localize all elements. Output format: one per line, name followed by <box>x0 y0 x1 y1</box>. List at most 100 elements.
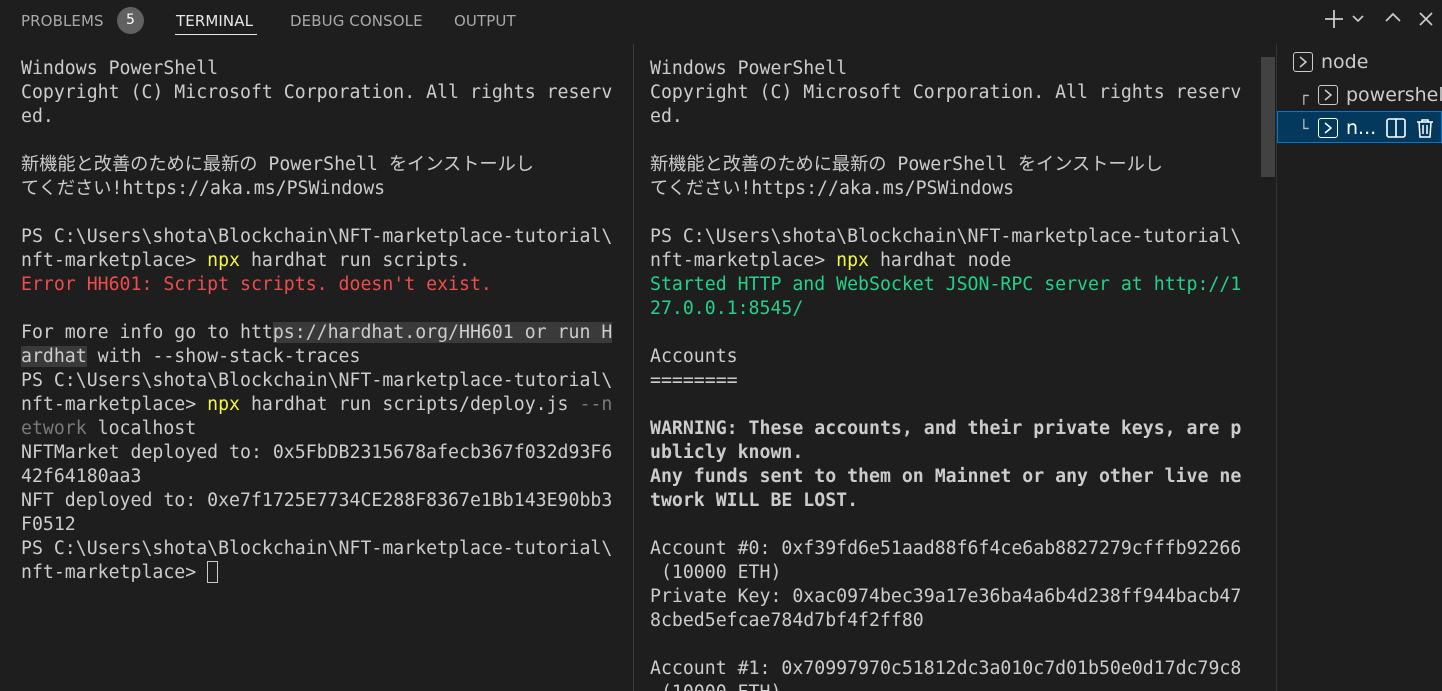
terminal-text: hardhat run scripts/deploy.js <box>240 394 580 415</box>
terminal-line: Private Key: 0xac0974bec39a17e36ba4a6b4d… <box>650 585 1241 609</box>
terminal-text: Error HH601: Script scripts. doesn't exi… <box>21 274 492 295</box>
terminal-text: with --show-stack-traces <box>86 346 361 367</box>
terminal-text: npx <box>207 250 241 271</box>
terminal-text: PS C:\Users\shota\Blockchain\NFT-marketp… <box>21 370 613 391</box>
tab-output[interactable]: OUTPUT <box>454 11 516 31</box>
terminal-text: nft-marketplace> <box>650 250 837 271</box>
terminal-icon <box>1318 85 1338 105</box>
terminal-line: Windows PowerShell <box>21 57 612 81</box>
tab-terminal[interactable]: TERMINAL <box>176 11 253 31</box>
terminal-line: nft-marketplace> npx hardhat run scripts… <box>21 249 612 273</box>
terminal-line: てください!https://aka.ms/PSWindows <box>650 177 1241 201</box>
terminal-line: 27.0.0.1:8545/ <box>650 297 1241 321</box>
terminal-line: twork WILL BE LOST. <box>650 489 1241 513</box>
close-icon[interactable] <box>1418 11 1434 27</box>
terminal-line: Windows PowerShell <box>650 57 1241 81</box>
terminal-icon <box>1293 52 1313 72</box>
terminal-text: Accounts <box>650 346 738 367</box>
terminal-text: ublicly known. <box>650 442 804 463</box>
terminal-text: (10000 ETH) <box>650 562 782 583</box>
plus-icon[interactable] <box>1323 8 1345 30</box>
terminal-text: (10000 ETH) <box>650 682 781 691</box>
tab-problems[interactable]: PROBLEMS <box>21 11 104 31</box>
terminal-text: Windows PowerShell <box>650 58 848 79</box>
split-terminal-icon[interactable] <box>1385 117 1407 144</box>
terminal-tabs-list: node ┌ powershell └ n... <box>1277 44 1442 691</box>
terminal-text: nft-marketplace> <box>21 562 208 583</box>
terminal-text: npx <box>836 250 870 271</box>
tab-debug-console[interactable]: DEBUG CONSOLE <box>290 11 423 31</box>
terminal-text: NFT deployed to: 0xe7f1725E7734CE288F836… <box>21 490 613 511</box>
terminal-text: ed. <box>650 106 683 127</box>
terminal-line: Copyright (C) Microsoft Corporation. All… <box>21 81 612 105</box>
terminal-output-left[interactable]: Windows PowerShell Copyright (C) Microsof… <box>21 57 612 585</box>
terminal-text: Any funds sent to them on Mainnet or any… <box>650 466 1242 487</box>
terminal-line: ardhat with --show-stack-traces <box>21 345 612 369</box>
terminal-line: てください!https://aka.ms/PSWindows <box>21 177 612 201</box>
terminal-text: 8cbed5efcae784d7bf4f2ff80 <box>650 610 924 631</box>
terminal-text: hardhat run scripts. <box>240 250 470 271</box>
terminal-line: ed. <box>650 105 1241 129</box>
terminal-line: PS C:\Users\shota\Blockchain\NFT-marketp… <box>21 225 612 249</box>
terminal-line: Started HTTP and WebSocket JSON-RPC serv… <box>650 273 1241 297</box>
terminal-text: nft-marketplace> <box>21 394 208 415</box>
terminal-text: localhost <box>86 418 197 439</box>
terminal-list-label: powershell <box>1346 84 1442 106</box>
terminal-text: hardhat node <box>869 250 1012 271</box>
terminal-text: ======== <box>650 370 738 391</box>
terminal-line: etwork localhost <box>21 417 612 441</box>
terminal-text: twork WILL BE LOST. <box>650 490 859 511</box>
terminal-list-item-node[interactable]: node <box>1277 46 1442 78</box>
terminal-line: Accounts <box>650 345 1241 369</box>
terminal-text: nft-marketplace> <box>21 250 208 271</box>
scrollbar-thumb[interactable] <box>1261 57 1275 177</box>
terminal-icon <box>1318 118 1338 138</box>
terminal-text: PS C:\Users\shota\Blockchain\NFT-marketp… <box>21 538 613 559</box>
terminal-text: ardhat <box>21 346 87 367</box>
chevron-up-icon[interactable] <box>1384 10 1402 26</box>
terminal-line: Account #1: 0x70997970c51812dc3a010c7d01… <box>650 657 1241 681</box>
tree-connector: └ <box>1299 119 1309 138</box>
terminal-text: Copyright (C) Microsoft Corporation. All… <box>21 82 613 103</box>
terminal-list-label: node <box>1321 51 1369 73</box>
terminal-text: 27.0.0.1:8545/ <box>650 298 804 319</box>
terminal-text: Started HTTP and WebSocket JSON-RPC serv… <box>650 274 1242 295</box>
terminal-text: PS C:\Users\shota\Blockchain\NFT-marketp… <box>21 226 613 247</box>
active-tab-indicator <box>175 34 257 35</box>
terminal-line: PS C:\Users\shota\Blockchain\NFT-marketp… <box>21 369 612 393</box>
terminal-line: PS C:\Users\shota\Blockchain\NFT-marketp… <box>650 225 1241 249</box>
panel-tab-bar: PROBLEMS 5 TERMINAL DEBUG CONSOLE OUTPUT <box>0 0 1442 40</box>
terminal-text: ps://hardhat.org/HH601 or run H <box>272 322 613 343</box>
terminal-list-item-node-selected[interactable]: └ n... <box>1277 111 1442 143</box>
problems-count-badge: 5 <box>117 7 144 34</box>
terminal-line: NFT deployed to: 0xe7f1725E7734CE288F836… <box>21 489 612 513</box>
split-divider[interactable] <box>633 44 634 691</box>
terminal-text: F0512 <box>21 514 76 535</box>
trash-icon[interactable] <box>1414 117 1436 144</box>
terminal-line: ed. <box>21 105 612 129</box>
terminal-text: Copyright (C) Microsoft Corporation. All… <box>650 82 1242 103</box>
terminal-output-right[interactable]: Windows PowerShell Copyright (C) Microsof… <box>650 57 1241 691</box>
terminal-text: ed. <box>21 106 54 127</box>
terminal-text: 42f64180aa3 <box>21 466 142 487</box>
terminal-text: PS C:\Users\shota\Blockchain\NFT-marketp… <box>650 226 1242 247</box>
terminal-text: NFTMarket deployed to: 0x5FbDB2315678afe… <box>21 442 613 463</box>
terminal-list-item-powershell[interactable]: ┌ powershell <box>1277 79 1442 111</box>
terminal-line: (10000 ETH) <box>650 681 1241 691</box>
terminal-text: Windows PowerShell <box>21 58 219 79</box>
terminal-line: PS C:\Users\shota\Blockchain\NFT-marketp… <box>21 537 612 561</box>
chevron-down-icon[interactable] <box>1351 13 1365 25</box>
terminal-line: nft-marketplace> npx hardhat node <box>650 249 1241 273</box>
terminal-line: 42f64180aa3 <box>21 465 612 489</box>
terminal-text: etwork <box>21 418 87 439</box>
tree-connector: ┌ <box>1299 86 1309 105</box>
terminal-text: てください!https://aka.ms/PSWindows <box>21 178 386 199</box>
terminal-line: 新機能と改善のために最新の PowerShell をインストールし <box>21 153 612 177</box>
